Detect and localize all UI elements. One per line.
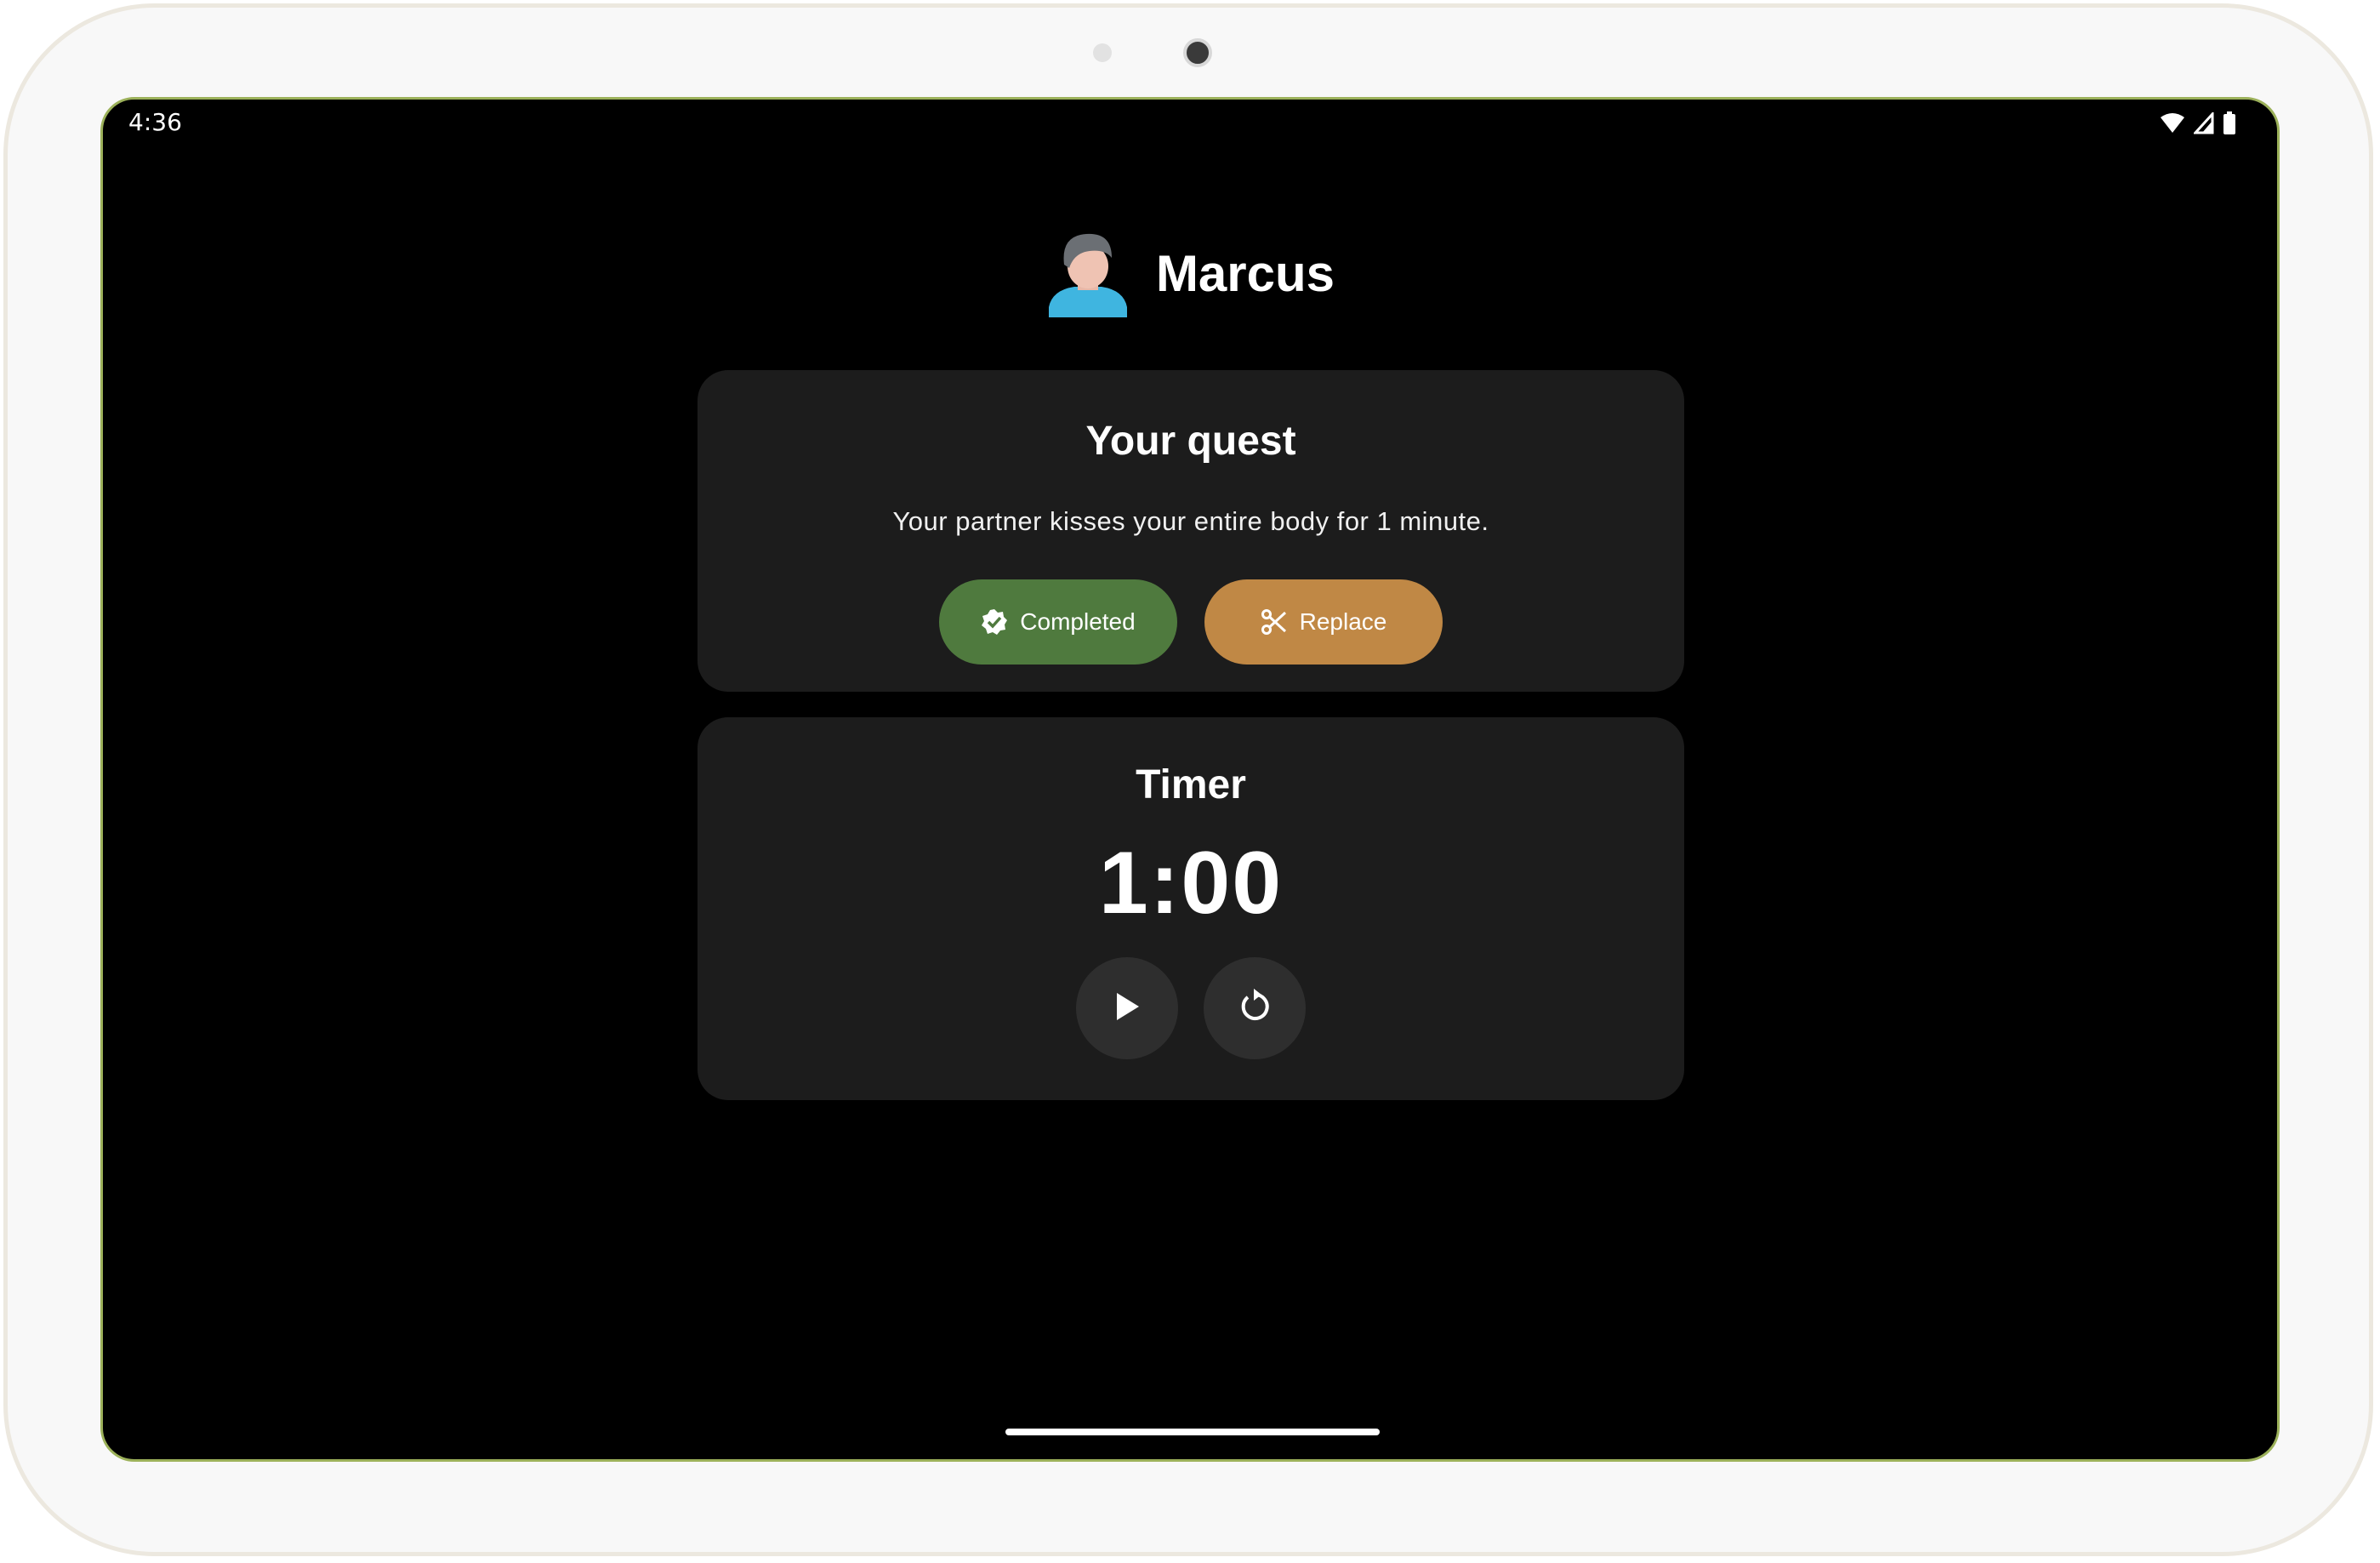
completed-button[interactable]: Completed	[939, 579, 1177, 665]
status-icons	[2160, 108, 2236, 139]
player-header: Marcus	[103, 229, 2277, 317]
front-camera	[1183, 38, 1212, 67]
play-button[interactable]	[1076, 957, 1178, 1059]
quest-title: Your quest	[1085, 419, 1296, 464]
reset-button[interactable]	[1204, 957, 1306, 1059]
user-avatar-icon	[1045, 229, 1130, 317]
app-screen: 4:36 Marcus Your quest Your partner kiss…	[100, 97, 2280, 1462]
completed-label: Completed	[1020, 608, 1136, 635]
verified-check-icon	[981, 608, 1008, 636]
signal-icon	[2194, 112, 2214, 134]
timer-title: Timer	[1136, 762, 1246, 807]
timer-controls	[697, 957, 1684, 1059]
battery-icon	[2223, 111, 2236, 135]
timer-card: Timer 1:00	[697, 717, 1684, 1100]
player-name: Marcus	[1155, 244, 1335, 302]
proximity-sensor	[1093, 43, 1112, 62]
quest-actions: Completed Replace	[697, 579, 1684, 665]
scissors-icon	[1261, 608, 1288, 636]
quest-card: Your quest Your partner kisses your enti…	[697, 370, 1684, 692]
replace-label: Replace	[1299, 608, 1387, 635]
play-icon	[1112, 990, 1142, 1028]
timer-display: 1:00	[1098, 834, 1284, 933]
replace-button[interactable]: Replace	[1204, 579, 1443, 665]
restart-icon	[1235, 987, 1274, 1030]
quest-description: Your partner kisses your entire body for…	[892, 506, 1489, 536]
status-time: 4:36	[128, 108, 182, 136]
gesture-home-bar[interactable]	[1005, 1429, 1380, 1435]
wifi-icon	[2160, 112, 2185, 134]
